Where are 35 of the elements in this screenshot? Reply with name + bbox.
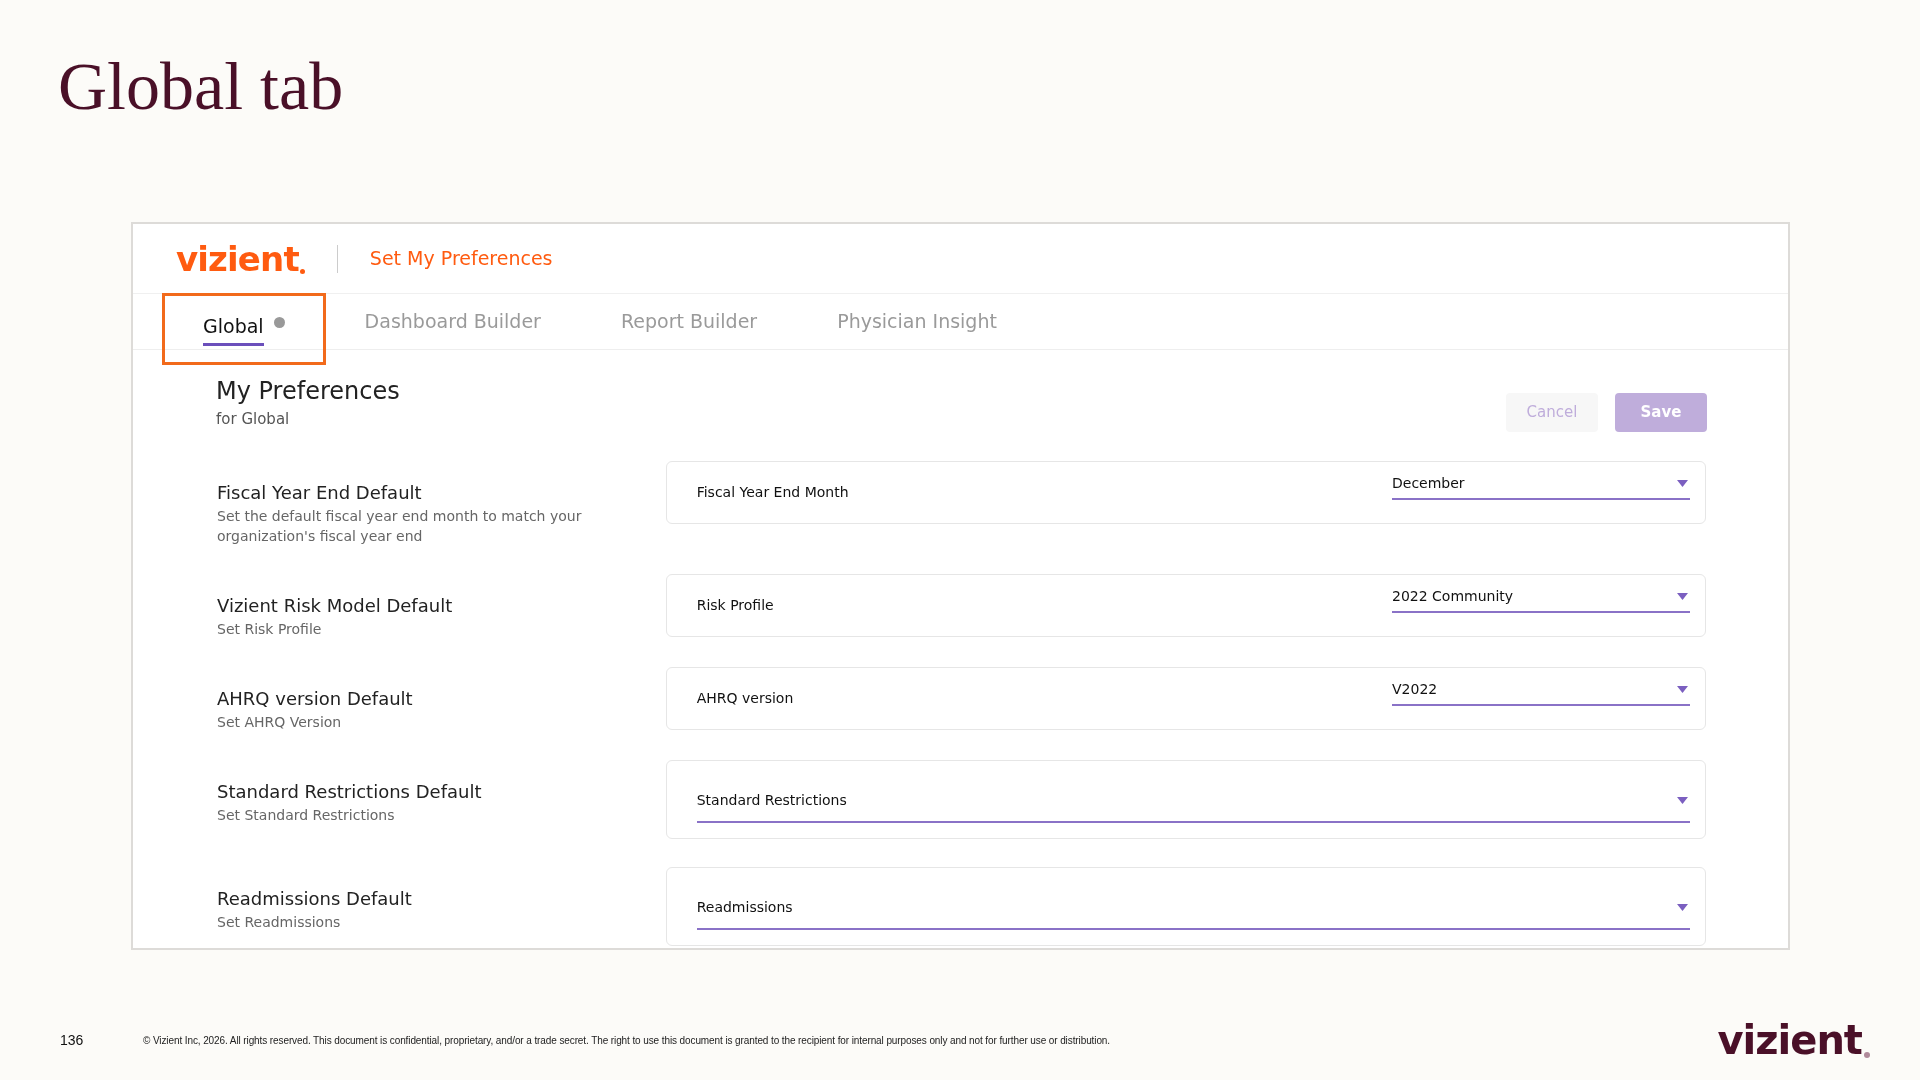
logo: vizient bbox=[176, 241, 299, 276]
setting-title: AHRQ version Default bbox=[217, 687, 414, 711]
slide-title: Global tab bbox=[57, 47, 345, 126]
setting-title: Standard Restrictions Default bbox=[217, 780, 483, 804]
dropdown-field[interactable]: Readmissions bbox=[696, 897, 1690, 930]
caret-icon bbox=[1677, 593, 1688, 600]
caret-icon bbox=[1677, 904, 1688, 911]
caret-icon bbox=[1677, 686, 1688, 693]
caret-icon bbox=[1677, 797, 1688, 804]
setting-title: Readmissions Default bbox=[217, 887, 413, 911]
tab[interactable]: Global bbox=[203, 311, 264, 347]
field-label: Risk Profile bbox=[696, 596, 775, 615]
setting-title: Fiscal Year End Default bbox=[217, 481, 423, 505]
setting-description: Set the default fiscal year end month to match your organization's fiscal year end bbox=[217, 507, 583, 546]
registered-mark-icon bbox=[1864, 1052, 1870, 1058]
field-label: Fiscal Year End Month bbox=[696, 483, 850, 502]
dropdown-field[interactable]: Standard Restrictions bbox=[696, 790, 1690, 823]
field-label: AHRQ version bbox=[696, 689, 795, 708]
registered-mark-icon bbox=[299, 268, 305, 274]
setting-title: Vizient Risk Model Default bbox=[217, 594, 454, 618]
page-header-title: Set My Preferences bbox=[369, 246, 553, 272]
caret-icon bbox=[1677, 480, 1688, 487]
setting-description: Set Standard Restrictions bbox=[217, 806, 396, 825]
setting-description: Set Risk Profile bbox=[217, 620, 323, 639]
info-icon[interactable] bbox=[273, 316, 285, 328]
copyright-notice: © Vizient Inc, 2026. All rights reserved. This document is confidential, proprietary, and/or a trade secret. The right to use this document is granted to the recipient for internal purposes only and not for further use or distribution. bbox=[143, 1033, 1111, 1048]
dropdown-field[interactable]: 2022 Community bbox=[1392, 586, 1690, 613]
setting-description: Set AHRQ Version bbox=[217, 713, 343, 732]
dropdown-field[interactable]: V2022 bbox=[1392, 679, 1690, 706]
section-heading: My Preferences bbox=[216, 376, 400, 406]
setting-description: Set Readmissions bbox=[217, 913, 342, 932]
footer-logo: vizient bbox=[1717, 1020, 1862, 1060]
section-subheading: for Global bbox=[216, 409, 291, 430]
page-number: 136 bbox=[60, 1030, 85, 1050]
dropdown-field[interactable]: December bbox=[1392, 473, 1690, 500]
